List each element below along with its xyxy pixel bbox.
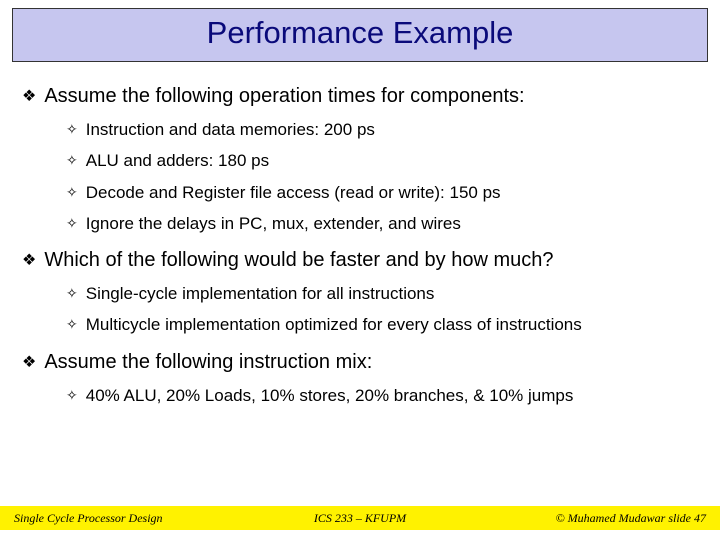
bullet-text: Assume the following operation times for…	[44, 84, 524, 109]
bullet-text: Assume the following instruction mix:	[44, 350, 372, 375]
slide-footer: Single Cycle Processor Design ICS 233 – …	[0, 506, 720, 530]
bullet-level2: ✧ Instruction and data memories: 200 ps	[66, 119, 698, 140]
diamond-open-icon: ✧	[66, 387, 78, 405]
bullet-level2: ✧ Decode and Register file access (read …	[66, 182, 698, 203]
slide-body: ❖ Assume the following operation times f…	[0, 62, 720, 406]
bullet-text: Single-cycle implementation for all inst…	[86, 283, 435, 304]
diamond-icon: ❖	[22, 251, 36, 271]
bullet-level2: ✧ Ignore the delays in PC, mux, extender…	[66, 213, 698, 234]
diamond-open-icon: ✧	[66, 215, 78, 233]
bullet-text: Which of the following would be faster a…	[44, 248, 553, 273]
bullet-level1: ❖ Assume the following instruction mix:	[22, 350, 698, 375]
diamond-open-icon: ✧	[66, 184, 78, 202]
bullet-text: Instruction and data memories: 200 ps	[86, 119, 375, 140]
diamond-icon: ❖	[22, 353, 36, 373]
bullet-level2: ✧ 40% ALU, 20% Loads, 10% stores, 20% br…	[66, 385, 698, 406]
diamond-open-icon: ✧	[66, 316, 78, 334]
bullet-text: ALU and adders: 180 ps	[86, 150, 269, 171]
bullet-level2: ✧ Multicycle implementation optimized fo…	[66, 314, 698, 335]
slide-title: Performance Example	[13, 15, 707, 51]
footer-right: © Muhamed Mudawar slide 47	[475, 511, 720, 526]
bullet-level2: ✧ Single-cycle implementation for all in…	[66, 283, 698, 304]
footer-left: Single Cycle Processor Design	[0, 511, 245, 526]
bullet-level1: ❖ Assume the following operation times f…	[22, 84, 698, 109]
diamond-open-icon: ✧	[66, 285, 78, 303]
bullet-level2: ✧ ALU and adders: 180 ps	[66, 150, 698, 171]
footer-center: ICS 233 – KFUPM	[245, 511, 476, 526]
bullet-text: 40% ALU, 20% Loads, 10% stores, 20% bran…	[86, 385, 574, 406]
diamond-open-icon: ✧	[66, 152, 78, 170]
bullet-level1: ❖ Which of the following would be faster…	[22, 248, 698, 273]
bullet-text: Decode and Register file access (read or…	[86, 182, 501, 203]
diamond-open-icon: ✧	[66, 121, 78, 139]
bullet-text: Multicycle implementation optimized for …	[86, 314, 582, 335]
bullet-text: Ignore the delays in PC, mux, extender, …	[86, 213, 461, 234]
slide-title-bar: Performance Example	[12, 8, 708, 62]
diamond-icon: ❖	[22, 87, 36, 107]
